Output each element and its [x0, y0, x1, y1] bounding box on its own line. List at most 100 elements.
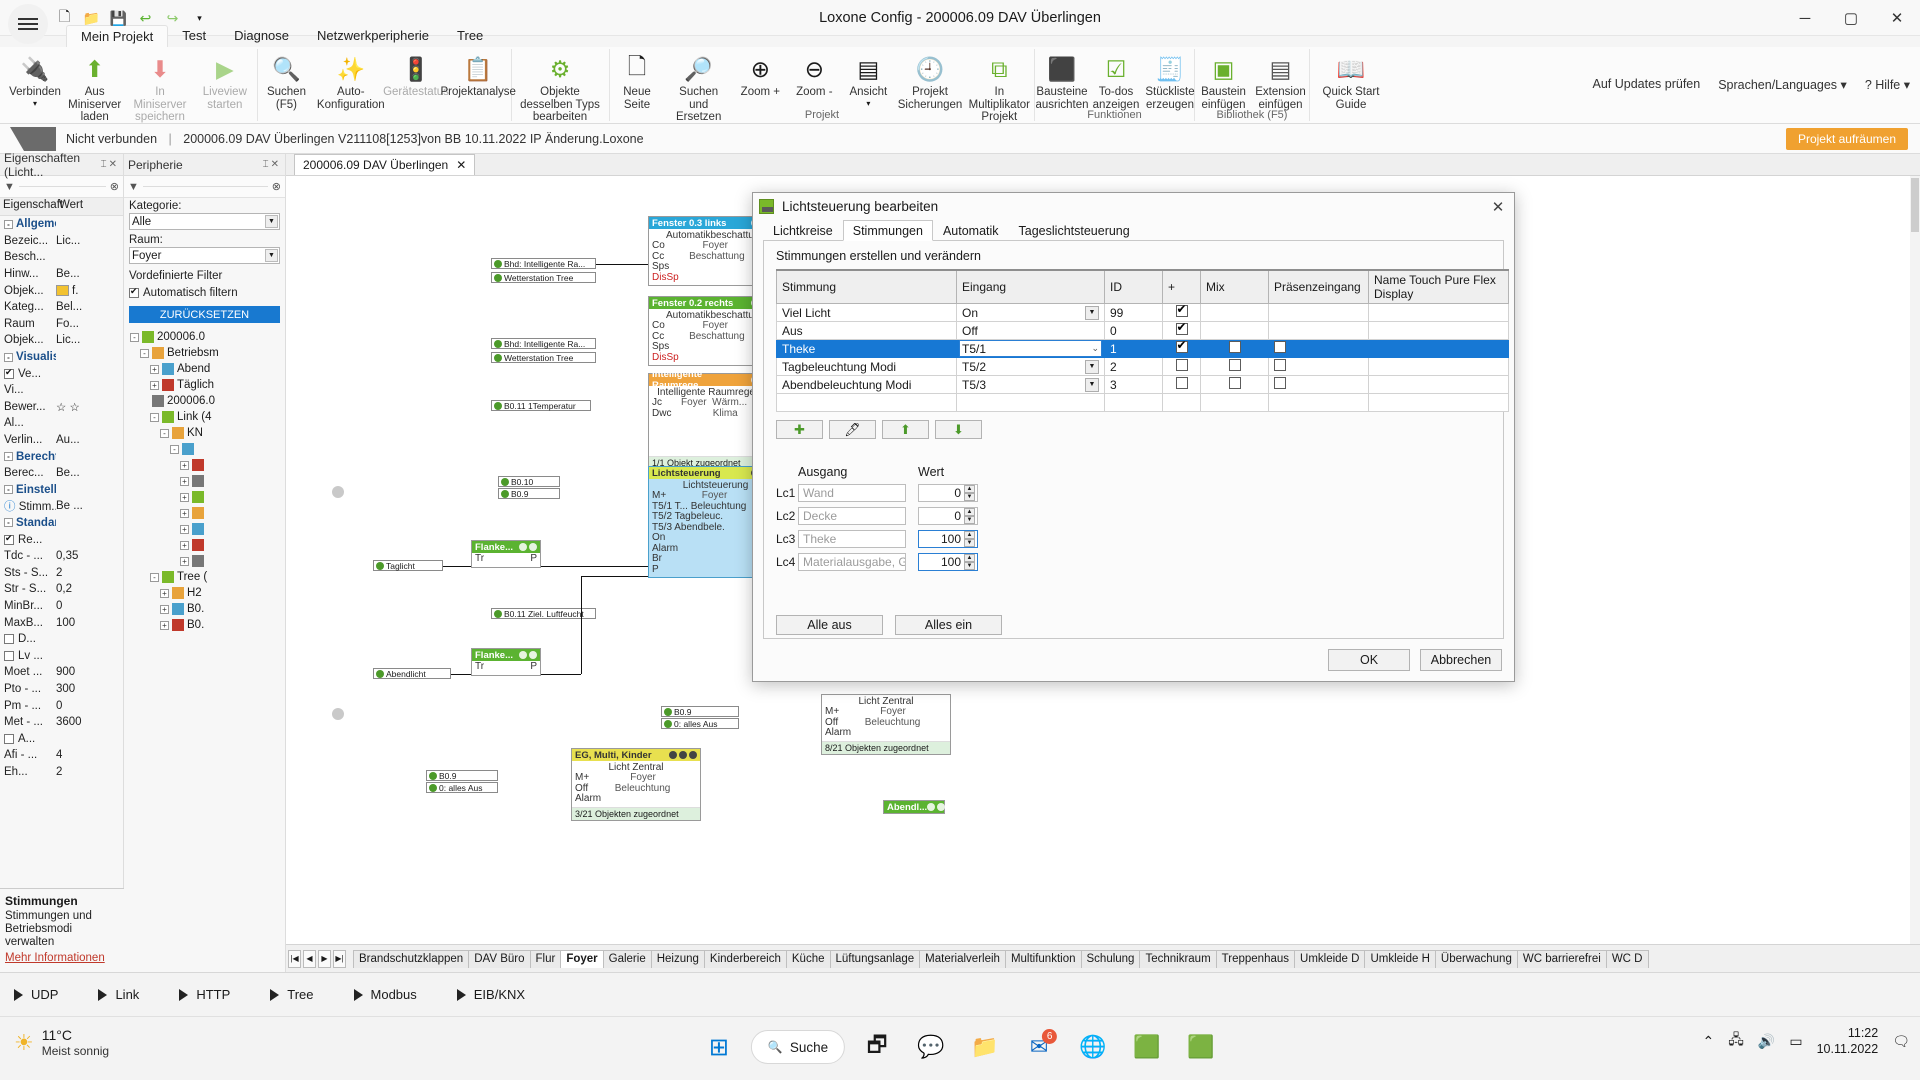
chevron-down-icon[interactable]: ▾ [33, 99, 37, 108]
expander-icon[interactable]: + [180, 525, 189, 534]
plus-checkbox[interactable] [1176, 305, 1188, 317]
more-information-link[interactable]: Mehr Informationen [5, 952, 119, 964]
start-windows-icon[interactable]: ⊞ [697, 1025, 741, 1069]
expander-icon[interactable]: + [180, 509, 189, 518]
column-header-eingang[interactable]: Eingang [957, 270, 1105, 304]
cell-id[interactable]: 1 [1105, 340, 1163, 358]
io-block-wetterstation-tree-2[interactable]: Wetterstation Tree [491, 352, 596, 363]
row-checkbox[interactable] [4, 369, 14, 379]
cell-id[interactable]: 2 [1105, 358, 1163, 376]
cell-empty[interactable] [957, 394, 1105, 412]
expander-icon[interactable]: - [4, 220, 13, 229]
volume-icon[interactable]: 🔊 [1758, 1033, 1775, 1050]
menu-tab-netzwerkperipherie[interactable]: Netzwerkperipherie [303, 25, 443, 48]
page-tab--berwachung[interactable]: Überwachung [1435, 950, 1518, 968]
property-row[interactable]: Ve... [0, 365, 123, 382]
app-menu-button[interactable] [8, 4, 48, 44]
canvas-node-1[interactable] [332, 486, 344, 498]
nav-next-button[interactable]: ▶ [318, 950, 331, 968]
table-row-empty[interactable] [777, 394, 1509, 412]
more-icon[interactable]: ▾ [191, 10, 208, 27]
property-value[interactable]: 3600 [56, 716, 123, 728]
weather-widget[interactable]: ☀ 11°C Meist sonnig [14, 1027, 109, 1058]
property-row[interactable]: Al... [0, 415, 123, 432]
cell-mix[interactable] [1201, 376, 1269, 394]
chevron-down-icon[interactable]: ▼ [1085, 378, 1099, 392]
page-tab-heizung[interactable]: Heizung [651, 950, 705, 968]
cell-empty[interactable] [1201, 394, 1269, 412]
property-row[interactable]: Tdc - ...0,35 [0, 548, 123, 565]
tree-node[interactable]: +B0. [126, 617, 285, 633]
cell-praesenzeingang[interactable] [1269, 340, 1369, 358]
cell-praesenzeingang[interactable] [1269, 376, 1369, 394]
cell-id[interactable]: 99 [1105, 304, 1163, 322]
ribbon-geraetestatus[interactable]: 🚦 Gerätestatus [387, 49, 446, 99]
expander-icon[interactable]: - [4, 452, 13, 461]
protocol-tree[interactable]: Tree [256, 987, 339, 1002]
property-value[interactable]: Lic... [56, 235, 123, 247]
page-tab-foyer[interactable]: Foyer [560, 950, 603, 968]
cell-plus[interactable] [1163, 322, 1201, 340]
tree-node[interactable]: -KN [126, 425, 285, 441]
property-row[interactable]: Vi... [0, 382, 123, 399]
table-row[interactable]: Viel LichtOn▼99 [777, 304, 1509, 322]
io-block-alles-aus[interactable]: 0: alles Aus [661, 718, 739, 729]
nav-first-button[interactable]: |◀ [288, 950, 301, 968]
property-value[interactable]: 2 [56, 567, 123, 579]
cell-eingang[interactable]: T5/2▼ [957, 358, 1105, 376]
tree-node[interactable]: -Link (4 [126, 409, 285, 425]
page-tab-technikraum[interactable]: Technikraum [1139, 950, 1216, 968]
property-row[interactable]: Kateg...Bel... [0, 299, 123, 316]
page-tab-l-ftungsanlage[interactable]: Lüftungsanlage [830, 950, 921, 968]
tree-node[interactable]: + [126, 505, 285, 521]
property-value[interactable]: 900 [56, 666, 123, 678]
redo-icon[interactable]: ↪ [164, 10, 181, 27]
ribbon-baustein-einfuegen[interactable]: ▣ Baustein einfügen [1195, 49, 1252, 111]
pin-icon[interactable]: ⌶ [101, 159, 107, 170]
property-row[interactable]: Met - ...3600 [0, 714, 123, 731]
property-row[interactable]: Objek...f. [0, 282, 123, 299]
undo-icon[interactable]: ↩ [137, 10, 154, 27]
alles-ein-button[interactable]: Alles ein [895, 615, 1002, 635]
cell-eingang[interactable]: T5/1⌄ [957, 340, 1105, 358]
color-swatch[interactable] [56, 285, 69, 296]
canvas-node-2[interactable] [332, 708, 344, 720]
menu-tab-tree[interactable]: Tree [443, 25, 497, 48]
cell-id[interactable]: 3 [1105, 376, 1163, 394]
ribbon-in-miniserver-speichern[interactable]: ⬇ In Miniserver speichern [127, 49, 192, 124]
page-tab-kinderbereich[interactable]: Kinderbereich [704, 950, 787, 968]
output-wert-field[interactable]: 100▲▼ [918, 530, 978, 548]
tree-node[interactable]: +H2 [126, 585, 285, 601]
tree-node[interactable]: - [126, 441, 285, 457]
property-row[interactable]: Verlin...Au... [0, 432, 123, 449]
outlook-icon[interactable]: ✉6 [1017, 1025, 1061, 1069]
property-row[interactable]: MinBr...0 [0, 598, 123, 615]
cell-stimmung[interactable]: Aus [777, 322, 957, 340]
cell-plus[interactable] [1163, 304, 1201, 322]
property-value[interactable]: Be... [56, 268, 123, 280]
block-icons[interactable] [519, 543, 537, 551]
nav-prev-button[interactable]: ◀ [303, 950, 316, 968]
ribbon-extension-einfuegen[interactable]: ▤ Extension einfügen [1252, 49, 1309, 111]
plus-checkbox[interactable] [1176, 323, 1188, 335]
expander-icon[interactable]: + [160, 621, 169, 630]
io-block-taglicht[interactable]: Taglicht [373, 560, 443, 571]
property-row[interactable]: -Einstellungen [0, 482, 123, 499]
plus-checkbox[interactable] [1176, 377, 1188, 389]
cell-stimmung[interactable]: Abendbeleuchtung Modi [777, 376, 957, 394]
cell-stimmung[interactable]: Theke [777, 340, 957, 358]
tree-node[interactable]: +B0. [126, 601, 285, 617]
cell-stimmung[interactable]: Viel Licht [777, 304, 957, 322]
output-ausgang-field[interactable]: Wand [798, 484, 906, 502]
cell-praesenzeingang[interactable] [1269, 322, 1369, 340]
row-checkbox[interactable] [4, 634, 14, 644]
ribbon-in-multiplikator-konvertieren[interactable]: ⧉ In Multiplikator Projekt konvertieren [965, 49, 1034, 136]
notification-icon[interactable]: 🗨 [1892, 1033, 1910, 1050]
tree-node[interactable]: + [126, 457, 285, 473]
protocol-modbus[interactable]: Modbus [340, 987, 443, 1002]
praesenz-checkbox[interactable] [1274, 341, 1286, 353]
ribbon-stueckliste-erzeugen[interactable]: 🧾 Stückliste erzeugen [1143, 49, 1197, 111]
property-value[interactable]: Fo... [56, 318, 123, 330]
expander-icon[interactable]: + [180, 557, 189, 566]
stepper-icon[interactable]: ▲▼ [964, 531, 975, 547]
